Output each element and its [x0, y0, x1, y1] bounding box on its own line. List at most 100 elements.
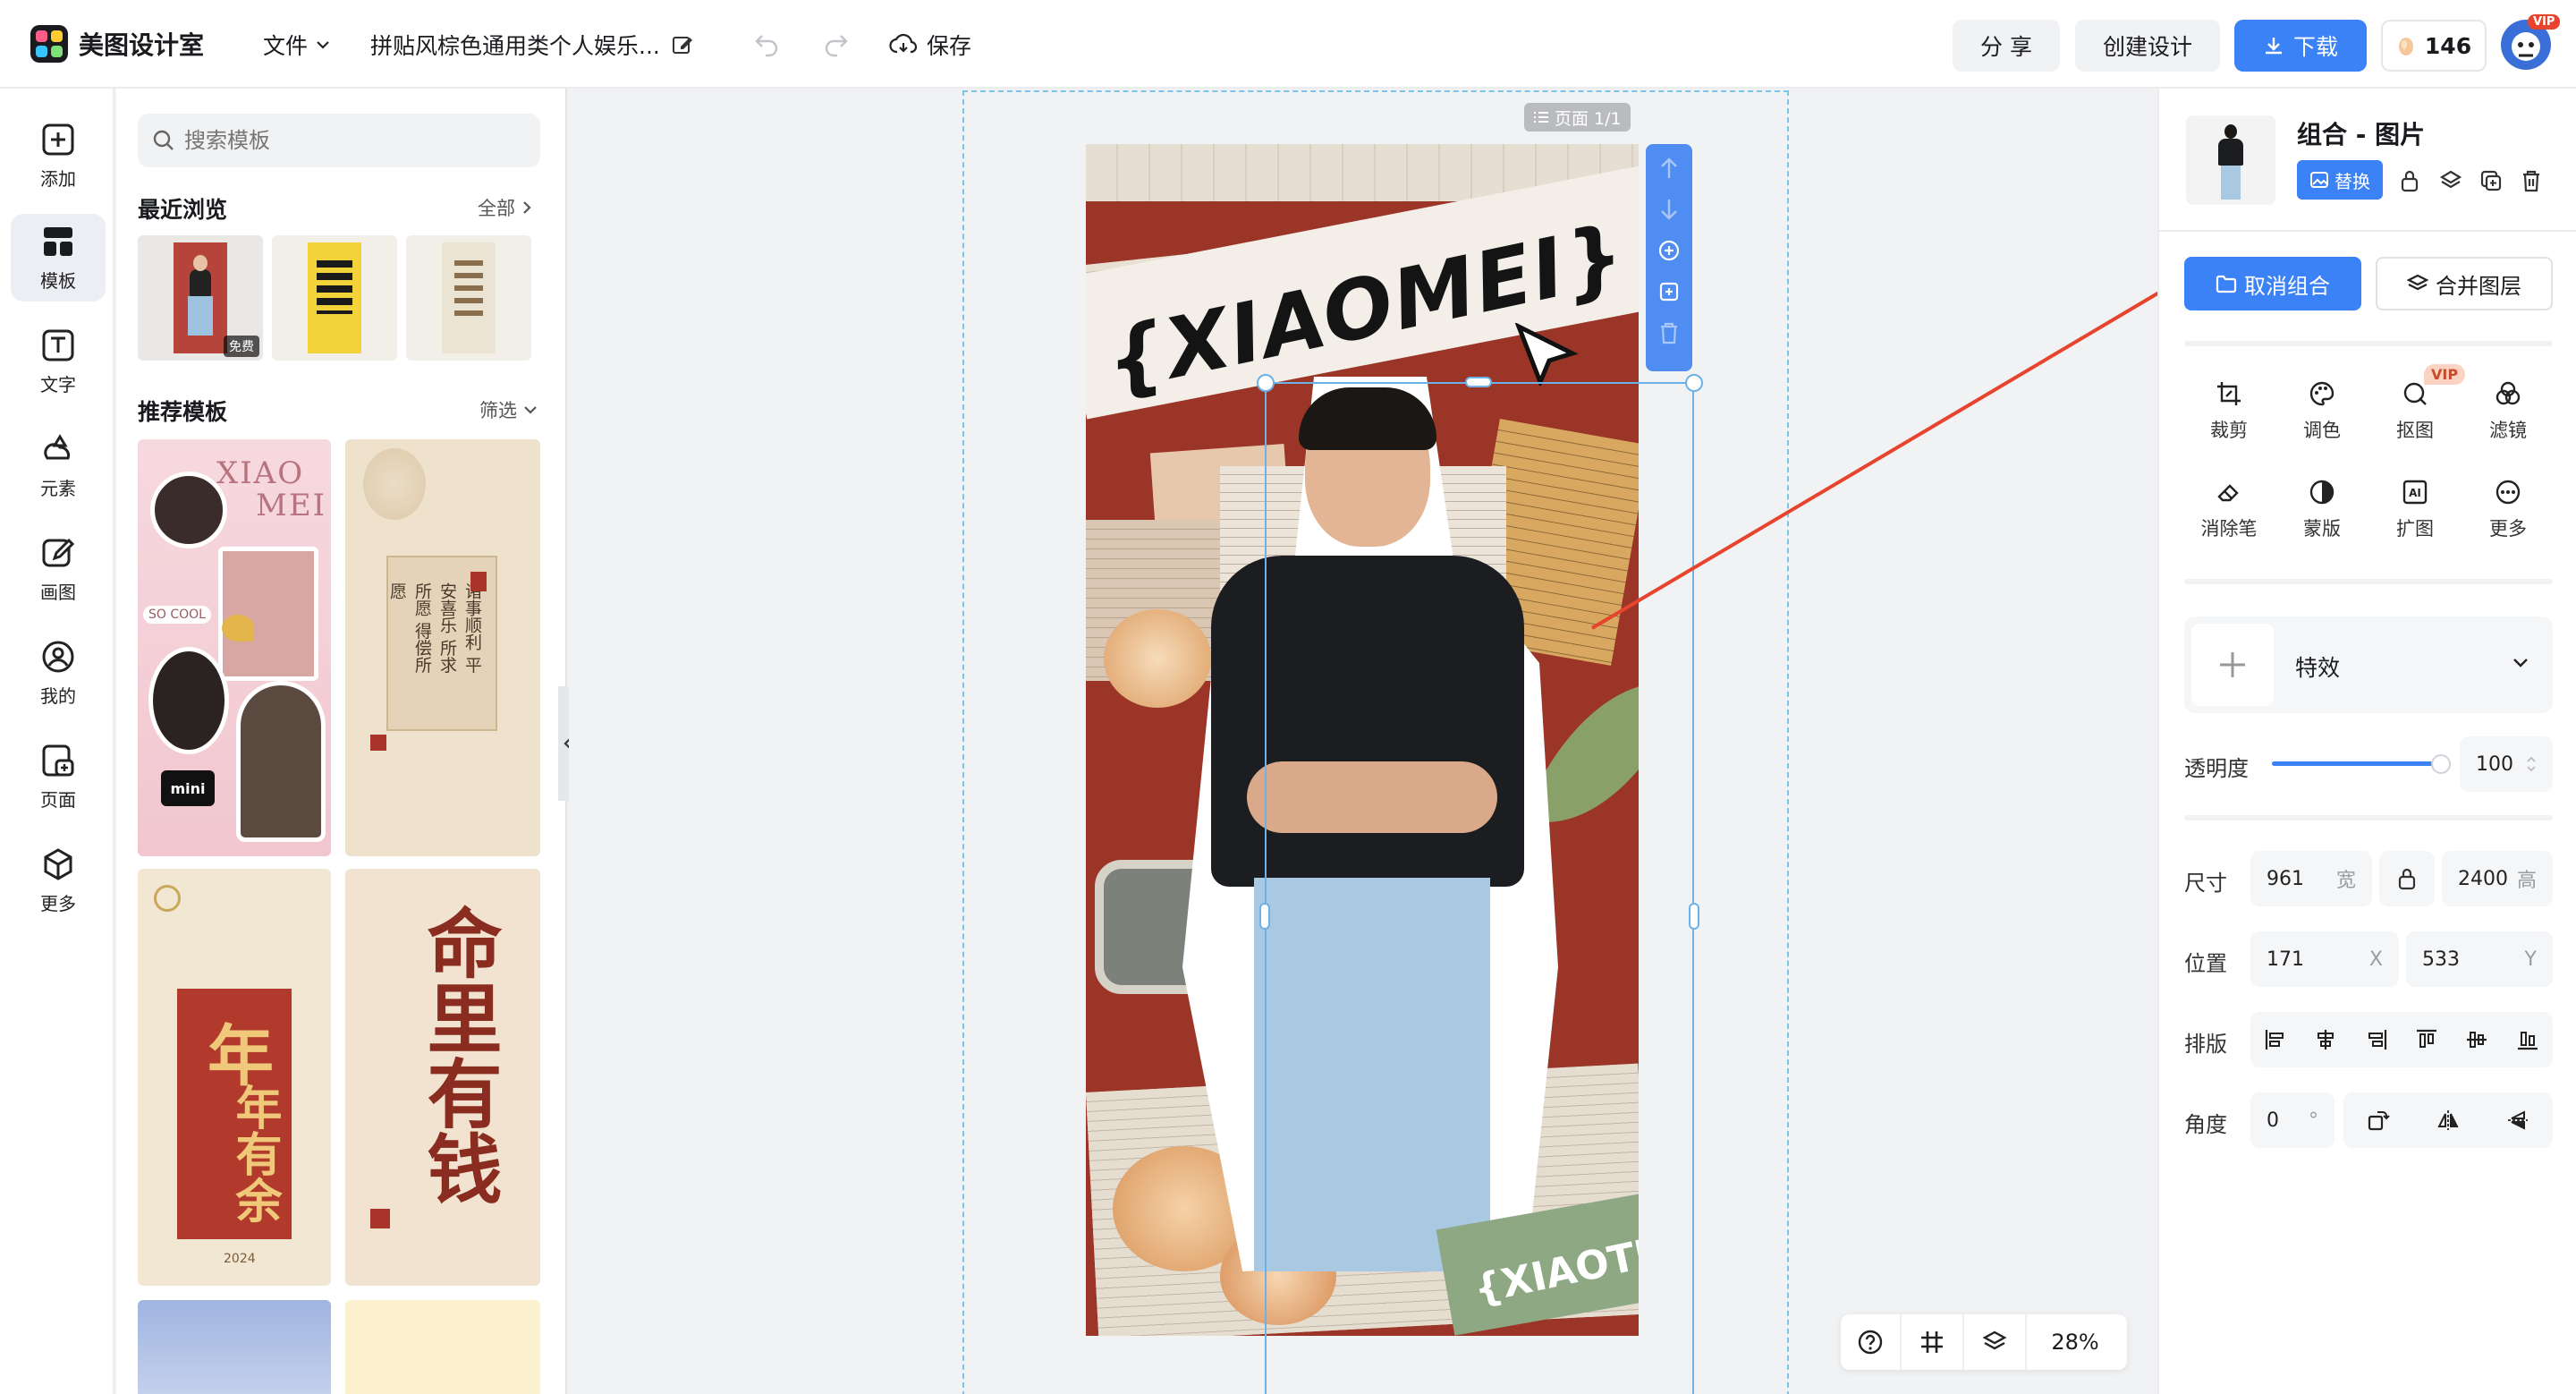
- save-button[interactable]: 保存: [889, 29, 971, 61]
- cube-icon: [40, 846, 76, 882]
- tool-more[interactable]: 更多: [2463, 470, 2553, 550]
- template-card-partial-2[interactable]: [345, 1300, 540, 1394]
- flip-vertical-button[interactable]: [2495, 1092, 2541, 1148]
- layers-button[interactable]: [1962, 1314, 2025, 1370]
- chevron-right-icon: [521, 200, 533, 216]
- create-design-button[interactable]: 创建设计: [2075, 20, 2220, 72]
- resize-handle-right[interactable]: [1689, 903, 1699, 930]
- zoom-level[interactable]: 28%: [2025, 1314, 2123, 1370]
- move-up-button[interactable]: [1648, 148, 1690, 189]
- share-button[interactable]: 分 享: [1953, 20, 2060, 72]
- lock-icon[interactable]: [2399, 169, 2420, 192]
- tool-mask[interactable]: 蒙版: [2277, 470, 2367, 550]
- merge-layers-button[interactable]: 合并图层: [2376, 257, 2553, 310]
- canvas-area[interactable]: 页面 1/1 {XIAOMEI} {XIAOTU} 28%: [569, 89, 2157, 1394]
- search-box[interactable]: [138, 114, 540, 167]
- add-page-button[interactable]: [1648, 230, 1690, 271]
- tool-filter[interactable]: 滤镜: [2463, 371, 2553, 452]
- nav-item-mine[interactable]: 我的: [11, 629, 106, 717]
- page-indicator[interactable]: 页面 1/1: [1524, 103, 1631, 132]
- align-middle-button[interactable]: [2453, 1012, 2500, 1067]
- align-bottom-icon: [2516, 1028, 2539, 1051]
- align-center-h-button[interactable]: [2302, 1012, 2349, 1067]
- page-indicator-label: 页面 1/1: [1555, 108, 1622, 129]
- nav-item-elements[interactable]: 元素: [11, 421, 106, 509]
- delete-page-button[interactable]: [1648, 312, 1690, 353]
- duplicate-icon[interactable]: [2479, 169, 2503, 192]
- template-panel: 最近浏览 全部 免费 推荐模板 筛选 XIAO MEI SO COOL: [116, 89, 578, 1394]
- replace-label: 替换: [2334, 170, 2370, 192]
- copy-icon: [1657, 280, 1681, 303]
- recent-title: 最近浏览: [138, 197, 228, 223]
- template-card-money[interactable]: 命里有钱: [345, 869, 540, 1286]
- nav-item-more[interactable]: 更多: [11, 837, 106, 924]
- tool-crop[interactable]: 裁剪: [2184, 371, 2274, 452]
- resize-handle-left[interactable]: [1259, 903, 1270, 930]
- align-left-button[interactable]: [2252, 1012, 2299, 1067]
- selected-thumbnail: [2186, 115, 2275, 205]
- align-right-button[interactable]: [2353, 1012, 2400, 1067]
- resize-handle-top[interactable]: [1465, 377, 1492, 387]
- template-big-text-2: 年有余: [227, 1084, 282, 1223]
- nav-item-templates[interactable]: 模板: [11, 214, 106, 302]
- nav-item-text[interactable]: 文字: [11, 318, 106, 405]
- move-down-button[interactable]: [1648, 189, 1690, 230]
- text-icon: [40, 327, 76, 363]
- nav-item-draw[interactable]: 画图: [11, 525, 106, 613]
- rotate-button[interactable]: [2355, 1092, 2402, 1148]
- align-top-button[interactable]: [2403, 1012, 2450, 1067]
- app-logo[interactable]: 美图设计室: [30, 25, 204, 63]
- nav-item-pages[interactable]: 页面: [11, 733, 106, 820]
- properties-panel: 组合 - 图片 替换 取消组合 合并图层 裁剪 调色 抠图 VIP 滤镜 消除笔: [2157, 89, 2576, 1394]
- nav-item-add[interactable]: 添加: [11, 112, 106, 200]
- opacity-slider[interactable]: [2272, 752, 2451, 774]
- search-input[interactable]: [184, 128, 524, 153]
- app-name: 美图设计室: [79, 30, 205, 60]
- credits-button[interactable]: 146: [2381, 20, 2487, 72]
- file-menu[interactable]: 文件: [263, 29, 331, 61]
- tool-eraser[interactable]: 消除笔: [2184, 470, 2274, 550]
- layer-icon[interactable]: [2439, 169, 2462, 192]
- align-bottom-button[interactable]: [2504, 1012, 2551, 1067]
- template-card-poem[interactable]: 诸事顺利 平安喜乐 所求所愿 得偿所愿: [345, 439, 540, 856]
- tool-color[interactable]: 调色: [2277, 371, 2367, 452]
- y-field[interactable]: 533 Y: [2406, 931, 2553, 987]
- duplicate-page-button[interactable]: [1648, 271, 1690, 312]
- template-card-xiaomei[interactable]: XIAO MEI SO COOL mini: [138, 439, 331, 856]
- opacity-input[interactable]: 100: [2460, 736, 2553, 792]
- height-field[interactable]: 2400 高: [2442, 851, 2553, 906]
- width-field[interactable]: 961 宽: [2250, 851, 2372, 906]
- undo-icon[interactable]: [753, 30, 782, 57]
- filter-button[interactable]: 筛选: [479, 396, 538, 423]
- recent-all-link[interactable]: 全部: [478, 194, 533, 221]
- angle-field[interactable]: 0 °: [2250, 1092, 2334, 1148]
- resize-handle-top-right[interactable]: [1685, 374, 1703, 392]
- recent-all-label: 全部: [478, 198, 515, 219]
- grid-button[interactable]: [1900, 1314, 1962, 1370]
- help-button[interactable]: [1841, 1314, 1900, 1370]
- template-card-nian[interactable]: 年 年有余 2024: [138, 869, 331, 1286]
- recent-thumb-3[interactable]: [406, 235, 531, 361]
- nav-label: 更多: [40, 892, 76, 914]
- replace-button[interactable]: 替换: [2297, 160, 2383, 200]
- download-button[interactable]: 下载: [2234, 20, 2367, 72]
- recent-thumb-1[interactable]: 免费: [138, 235, 263, 361]
- delete-icon[interactable]: [2521, 169, 2542, 192]
- slider-thumb[interactable]: [2431, 754, 2451, 774]
- effects-add-tile: [2191, 624, 2274, 706]
- logo-icon: [30, 25, 68, 63]
- ungroup-button[interactable]: 取消组合: [2184, 257, 2361, 310]
- flip-horizontal-button[interactable]: [2425, 1092, 2471, 1148]
- aspect-lock-button[interactable]: [2379, 851, 2435, 906]
- align-toolbar: [2250, 1012, 2553, 1067]
- redo-icon[interactable]: [821, 30, 850, 57]
- effects-dropdown[interactable]: 特效: [2184, 616, 2553, 713]
- selection-box[interactable]: [1265, 382, 1694, 1394]
- arrow-down-icon: [1659, 198, 1679, 221]
- resize-handle-top-left[interactable]: [1257, 374, 1275, 392]
- x-field[interactable]: 171 X: [2250, 931, 2399, 987]
- doc-title[interactable]: 拼贴风棕色通用类个人娱乐...: [370, 29, 694, 61]
- recent-thumb-2[interactable]: [272, 235, 397, 361]
- template-card-partial-1[interactable]: [138, 1300, 331, 1394]
- tool-expand[interactable]: AI 扩图: [2370, 470, 2460, 550]
